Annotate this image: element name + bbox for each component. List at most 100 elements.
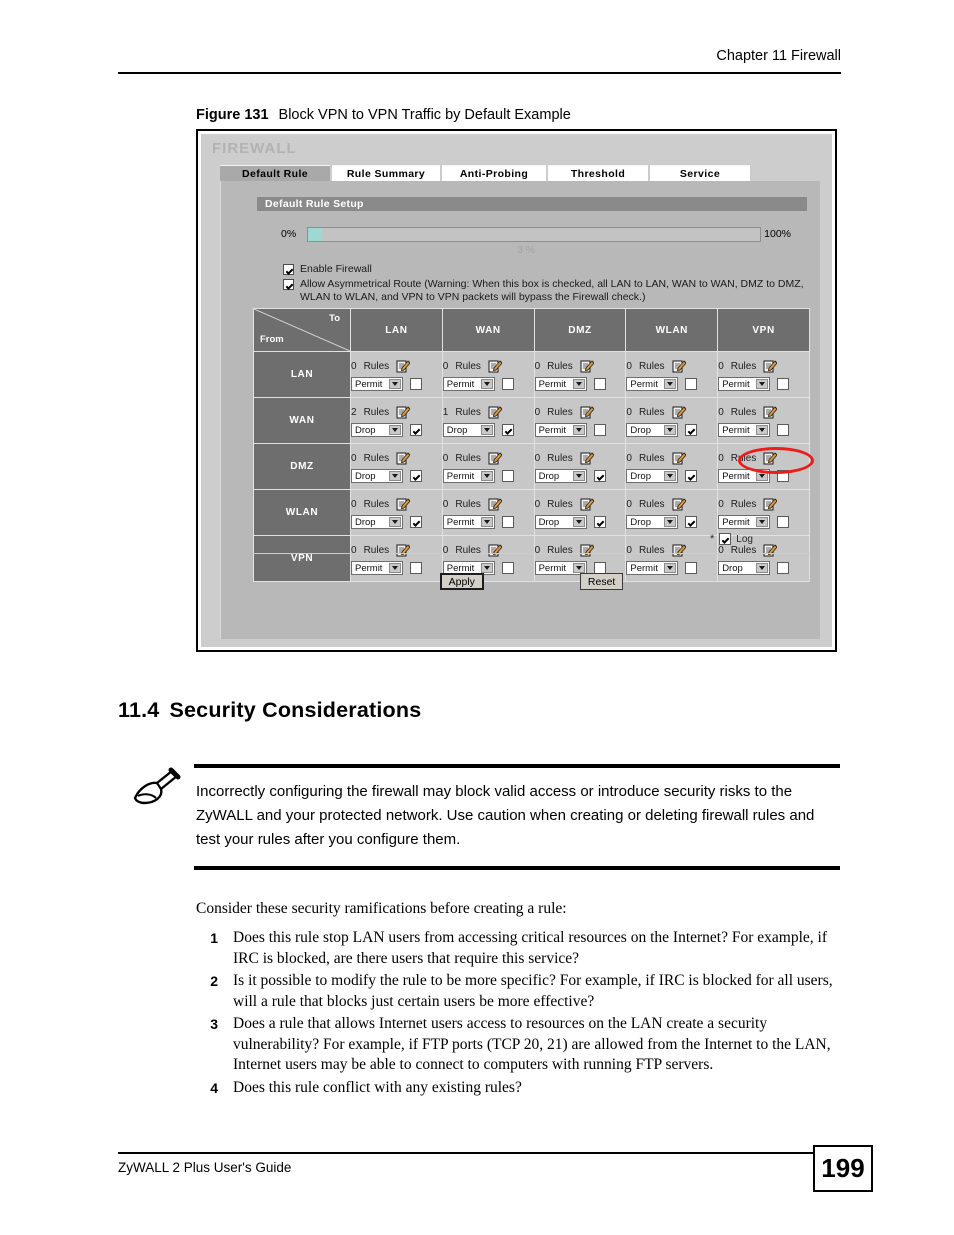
chevron-down-icon[interactable]	[480, 425, 493, 435]
edit-rule-icon[interactable]	[488, 405, 502, 419]
edit-rule-icon[interactable]	[488, 497, 502, 511]
action-select-lan-to-wan[interactable]: Permit	[442, 377, 495, 391]
edit-rule-icon[interactable]	[763, 543, 778, 557]
log-checkbox-lan-to-lan[interactable]	[410, 378, 422, 390]
action-select-dmz-to-wan[interactable]: Permit	[442, 469, 495, 483]
log-checkbox-dmz-to-vpn[interactable]	[777, 470, 790, 482]
chevron-down-icon[interactable]	[480, 379, 493, 389]
edit-rule-icon[interactable]	[763, 497, 778, 511]
action-select-dmz-to-wlan[interactable]: Drop	[626, 469, 679, 483]
edit-rule-icon[interactable]	[580, 497, 594, 511]
progress-slider[interactable]	[307, 226, 762, 242]
action-select-dmz-to-vpn[interactable]: Permit	[718, 469, 771, 483]
enable-firewall-checkbox[interactable]	[283, 264, 294, 275]
chevron-down-icon[interactable]	[389, 471, 401, 481]
chevron-down-icon[interactable]	[664, 379, 677, 389]
edit-rule-icon[interactable]	[580, 359, 594, 373]
chevron-down-icon[interactable]	[572, 517, 585, 527]
edit-rule-icon[interactable]	[488, 451, 502, 465]
chevron-down-icon[interactable]	[480, 563, 493, 573]
log-checkbox-wlan-to-lan[interactable]	[410, 516, 422, 528]
action-select-dmz-to-dmz[interactable]: Drop	[534, 469, 587, 483]
action-select-wlan-to-lan[interactable]: Drop	[351, 515, 403, 529]
chevron-down-icon[interactable]	[664, 517, 677, 527]
edit-rule-icon[interactable]	[580, 543, 594, 557]
action-select-wlan-to-dmz[interactable]: Drop	[534, 515, 587, 529]
chevron-down-icon[interactable]	[480, 471, 493, 481]
log-checkbox-wan-to-wan[interactable]	[501, 424, 514, 436]
edit-rule-icon[interactable]	[396, 451, 411, 465]
log-checkbox-wan-to-lan[interactable]	[410, 424, 422, 436]
log-checkbox-lan-to-wan[interactable]	[501, 378, 514, 390]
action-select-wan-to-vpn[interactable]: Permit	[718, 423, 771, 437]
edit-rule-icon[interactable]	[763, 359, 778, 373]
edit-rule-icon[interactable]	[396, 497, 411, 511]
tab-rule-summary[interactable]: Rule Summary	[332, 165, 440, 181]
tab-threshold[interactable]: Threshold	[548, 165, 648, 181]
log-checkbox-wlan-to-wlan[interactable]	[685, 516, 698, 528]
edit-rule-icon[interactable]	[672, 405, 686, 419]
chevron-down-icon[interactable]	[664, 425, 677, 435]
tab-service[interactable]: Service	[650, 165, 750, 181]
action-select-lan-to-lan[interactable]: Permit	[351, 377, 403, 391]
tab-default-rule[interactable]: Default Rule	[220, 165, 330, 181]
chevron-down-icon[interactable]	[756, 471, 769, 481]
log-checkbox-wan-to-vpn[interactable]	[777, 424, 790, 436]
reset-button[interactable]: Reset	[579, 573, 624, 590]
action-select-wlan-to-wlan[interactable]: Drop	[626, 515, 679, 529]
chevron-down-icon[interactable]	[756, 517, 769, 527]
chevron-down-icon[interactable]	[572, 471, 585, 481]
action-select-dmz-to-lan[interactable]: Drop	[351, 469, 403, 483]
action-select-wan-to-lan[interactable]: Drop	[351, 423, 403, 437]
action-select-lan-to-wlan[interactable]: Permit	[626, 377, 679, 391]
chevron-down-icon[interactable]	[756, 563, 769, 573]
log-checkbox-lan-to-wlan[interactable]	[685, 378, 698, 390]
action-select-lan-to-dmz[interactable]: Permit	[534, 377, 587, 391]
log-checkbox-dmz-to-dmz[interactable]	[593, 470, 606, 482]
enable-firewall-option[interactable]: Enable Firewall	[283, 263, 372, 276]
chevron-down-icon[interactable]	[572, 379, 585, 389]
chevron-down-icon[interactable]	[480, 517, 493, 527]
log-checkbox-wan-to-dmz[interactable]	[593, 424, 606, 436]
log-checkbox-dmz-to-lan[interactable]	[410, 470, 422, 482]
chevron-down-icon[interactable]	[572, 425, 585, 435]
allow-asymmetrical-route-option[interactable]: Allow Asymmetrical Route (Warning: When …	[283, 278, 823, 304]
chevron-down-icon[interactable]	[664, 563, 677, 573]
chevron-down-icon[interactable]	[664, 471, 677, 481]
chevron-down-icon[interactable]	[756, 379, 769, 389]
log-checkbox-lan-to-dmz[interactable]	[593, 378, 606, 390]
action-select-wlan-to-vpn[interactable]: Permit	[718, 515, 771, 529]
log-checkbox-dmz-to-wlan[interactable]	[685, 470, 698, 482]
allow-asymmetrical-route-checkbox[interactable]	[283, 279, 294, 290]
chevron-down-icon[interactable]	[389, 563, 401, 573]
edit-rule-icon[interactable]	[396, 359, 411, 373]
tab-anti-probing[interactable]: Anti-Probing	[442, 165, 546, 181]
edit-rule-icon[interactable]	[763, 405, 778, 419]
chevron-down-icon[interactable]	[389, 425, 401, 435]
edit-rule-icon[interactable]	[672, 497, 686, 511]
log-checkbox-dmz-to-wan[interactable]	[501, 470, 514, 482]
log-checkbox-wan-to-wlan[interactable]	[685, 424, 698, 436]
edit-rule-icon[interactable]	[396, 405, 411, 419]
edit-rule-icon[interactable]	[580, 405, 594, 419]
edit-rule-icon[interactable]	[672, 451, 686, 465]
edit-rule-icon[interactable]	[672, 543, 686, 557]
apply-button[interactable]: Apply	[439, 573, 484, 590]
log-checkbox-lan-to-vpn[interactable]	[777, 378, 790, 390]
edit-rule-icon[interactable]	[672, 359, 686, 373]
log-checkbox[interactable]	[719, 533, 732, 545]
edit-rule-icon[interactable]	[580, 451, 594, 465]
log-checkbox-wlan-to-dmz[interactable]	[593, 516, 606, 528]
edit-rule-icon[interactable]	[763, 451, 778, 465]
action-select-wan-to-wan[interactable]: Drop	[442, 423, 495, 437]
chevron-down-icon[interactable]	[572, 563, 585, 573]
chevron-down-icon[interactable]	[756, 425, 769, 435]
action-select-lan-to-vpn[interactable]: Permit	[718, 377, 771, 391]
action-select-wlan-to-wan[interactable]: Permit	[442, 515, 495, 529]
action-select-wan-to-wlan[interactable]: Drop	[626, 423, 679, 437]
edit-rule-icon[interactable]	[396, 543, 411, 557]
edit-rule-icon[interactable]	[488, 359, 502, 373]
action-select-wan-to-dmz[interactable]: Permit	[534, 423, 587, 437]
log-checkbox-wlan-to-wan[interactable]	[501, 516, 514, 528]
chevron-down-icon[interactable]	[389, 379, 401, 389]
